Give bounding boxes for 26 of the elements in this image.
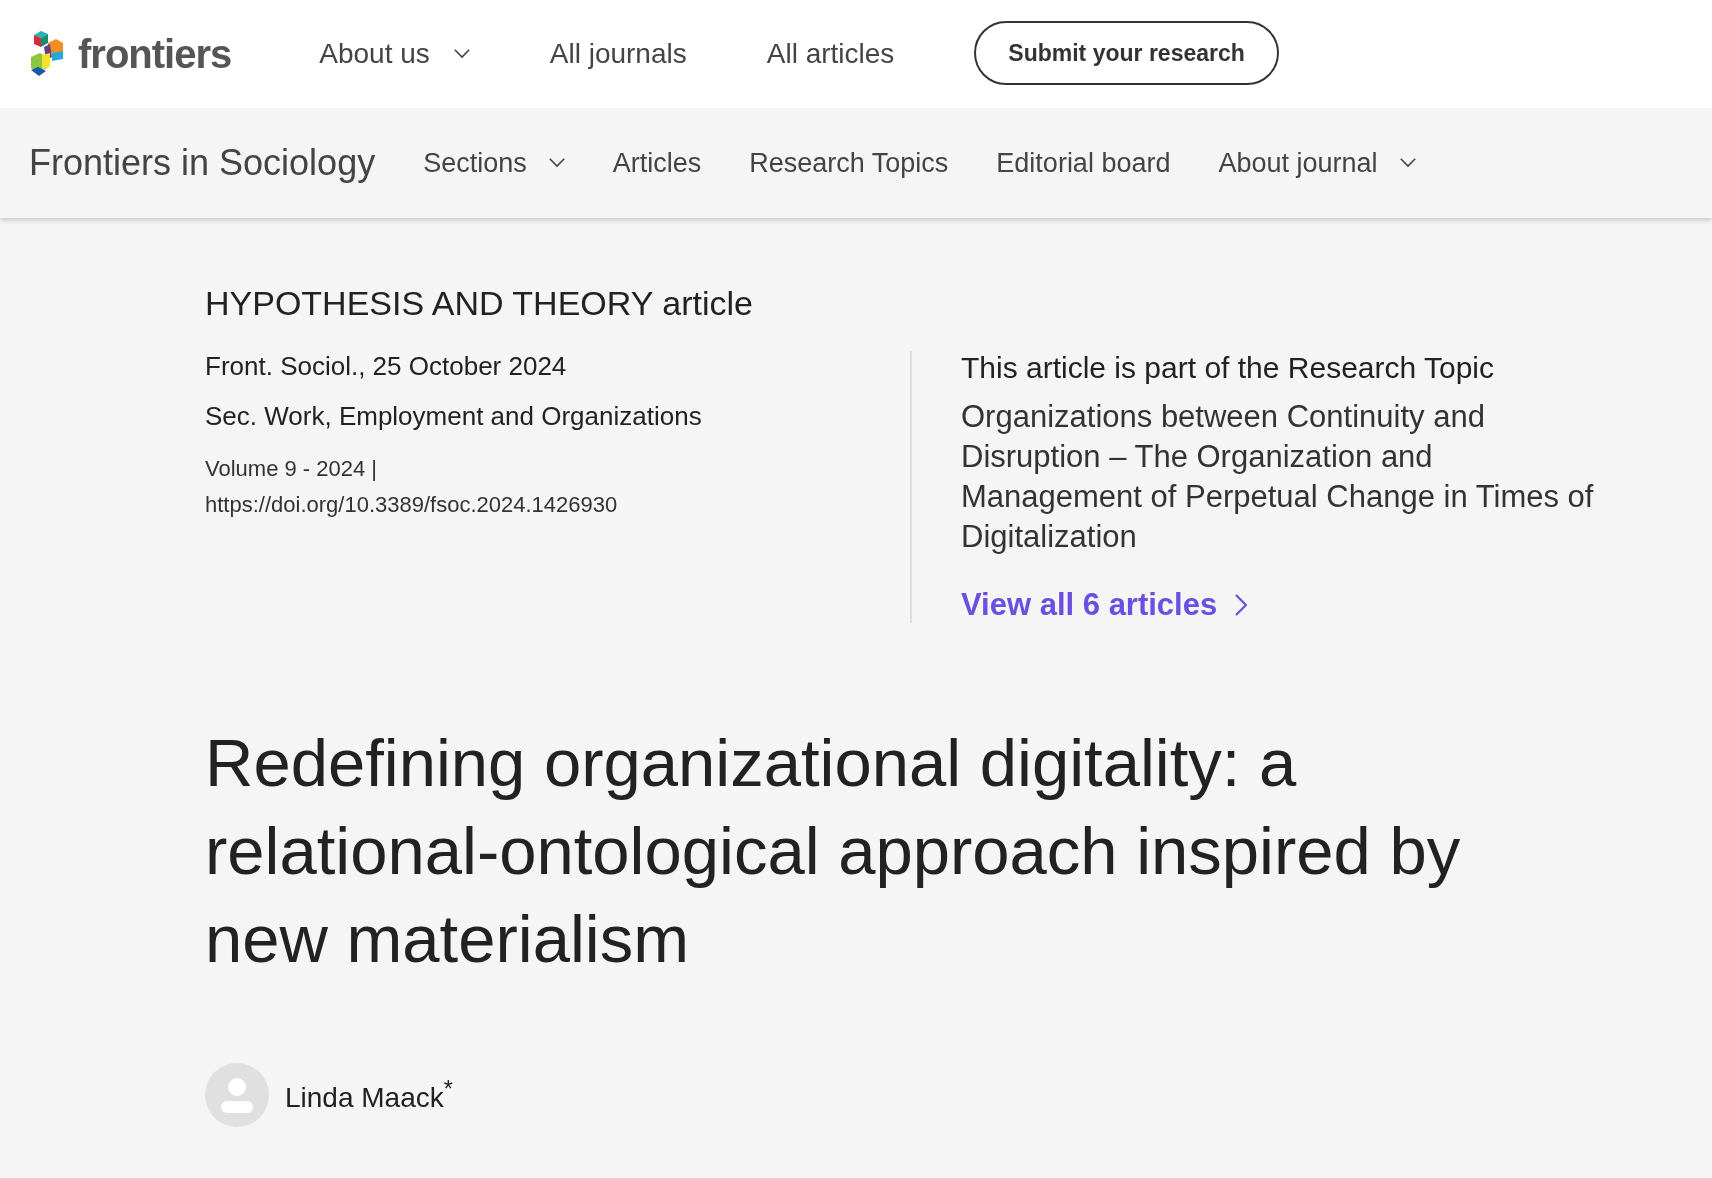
citation: Front. Sociol., 25 October 2024 bbox=[205, 351, 568, 382]
journal-title[interactable]: Frontiers in Sociology bbox=[29, 142, 376, 184]
journal-nav-link[interactable]: Research Topics bbox=[749, 147, 949, 179]
nav-link[interactable]: All journals bbox=[549, 38, 687, 70]
doi-link[interactable]: https://doi.org/10.3389/fsoc.2024.1426930 bbox=[205, 487, 910, 523]
view-articles-link[interactable]: View all 6 articles bbox=[961, 587, 1248, 623]
chevron-down-icon bbox=[548, 158, 565, 168]
nav-link[interactable]: About us bbox=[319, 38, 470, 70]
chevron-down-icon bbox=[1399, 158, 1416, 168]
journal-nav-link[interactable]: Sections bbox=[423, 147, 565, 179]
nav-link[interactable]: All articles bbox=[766, 38, 895, 70]
article-type: HYPOTHESIS AND THEORY article bbox=[205, 284, 754, 323]
logo-wordmark[interactable]: frontiers bbox=[78, 31, 232, 77]
submit-research-button[interactable]: Submit your research bbox=[974, 21, 1279, 85]
article-title: Redefining organizational digitality: a relational-ontological approach inspired by new materialism bbox=[205, 724, 1462, 978]
author-name[interactable]: Linda Maack$^{*}$ bbox=[285, 1075, 453, 1115]
research-topic-name: Organizations between Continuity and Disruption – The Organization and Management of Perpetual Change in Times of Digitalization bbox=[961, 398, 1595, 556]
chevron-right-icon bbox=[1235, 594, 1248, 616]
journal-nav-link[interactable]: Editorial board bbox=[996, 147, 1171, 179]
research-topic-heading: This article is part of the Research Topic bbox=[961, 351, 1495, 385]
section-name: Sec. Work, Employment and Organizations bbox=[205, 401, 703, 432]
avatar-icon bbox=[205, 1063, 269, 1127]
chevron-down-icon bbox=[453, 49, 470, 59]
volume: Volume 9 - 2024 | bbox=[205, 455, 379, 483]
journal-nav-link[interactable]: About journal bbox=[1218, 147, 1416, 179]
journal-nav-link[interactable]: Articles bbox=[612, 147, 702, 179]
